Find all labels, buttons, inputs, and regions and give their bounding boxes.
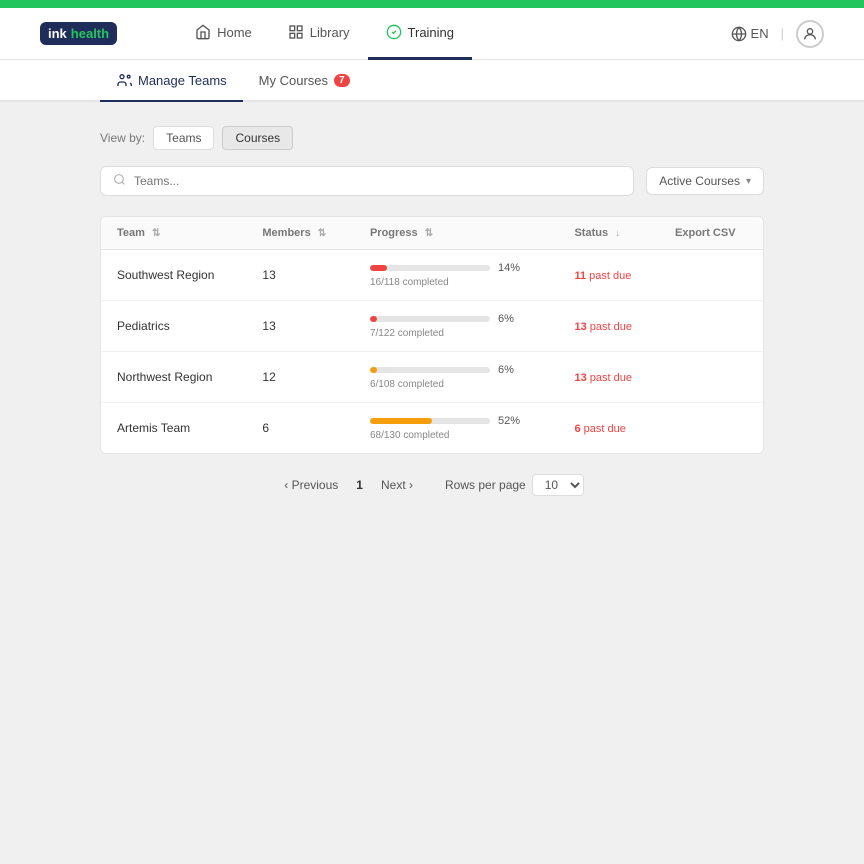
- cell-team-1: Pediatrics: [101, 301, 246, 352]
- tabs-row: Manage Teams My Courses 7: [0, 60, 864, 102]
- search-box: [100, 166, 634, 196]
- table-container: Team ⇅ Members ⇅ Progress ⇅ Status: [100, 216, 764, 454]
- navbar: ink health Home Library Training EN |: [0, 8, 864, 60]
- logo-ink: ink: [48, 26, 67, 41]
- sort-icon-team: ⇅: [152, 228, 160, 239]
- search-filter-row: Active Courses ▾: [100, 166, 764, 196]
- nav-items: Home Library Training: [177, 8, 730, 60]
- cell-export-2: [659, 352, 763, 403]
- nav-language[interactable]: EN: [731, 26, 769, 42]
- nav-training[interactable]: Training: [368, 8, 472, 60]
- pagination-row: ‹ Previous 1 Next › Rows per page 10 25 …: [100, 474, 764, 496]
- col-header-team[interactable]: Team ⇅: [101, 217, 246, 250]
- rows-per-page-select[interactable]: 10 25 50: [532, 474, 584, 496]
- pagination-next[interactable]: Next ›: [377, 476, 417, 494]
- table-row: Pediatrics 13 6% 7/122 completed 13 past…: [101, 301, 763, 352]
- cell-members-3: 6: [246, 403, 354, 454]
- nav-home[interactable]: Home: [177, 8, 270, 60]
- filter-label: Active Courses: [659, 174, 740, 188]
- sort-icon-members: ⇅: [318, 228, 326, 239]
- view-by-label: View by:: [100, 131, 145, 145]
- user-icon: [802, 26, 818, 42]
- nav-divider: |: [781, 26, 784, 41]
- library-icon: [288, 24, 304, 40]
- cell-team-0: Southwest Region: [101, 250, 246, 301]
- home-icon: [195, 24, 211, 40]
- filter-dropdown[interactable]: Active Courses ▾: [646, 167, 764, 195]
- cell-progress-3: 52% 68/130 completed: [354, 403, 559, 454]
- cell-status-1: 13 past due: [558, 301, 659, 352]
- view-by-row: View by: Teams Courses: [100, 126, 764, 150]
- col-header-status[interactable]: Status ↓: [558, 217, 659, 250]
- cell-export-1: [659, 301, 763, 352]
- cell-team-3: Artemis Team: [101, 403, 246, 454]
- pagination-previous[interactable]: ‹ Previous: [280, 476, 342, 494]
- cell-progress-0: 14% 16/118 completed: [354, 250, 559, 301]
- rows-per-page-label: Rows per page: [445, 478, 526, 492]
- globe-icon: [731, 26, 747, 42]
- nav-library[interactable]: Library: [270, 8, 368, 60]
- cell-progress-1: 6% 7/122 completed: [354, 301, 559, 352]
- logo[interactable]: ink health: [40, 22, 117, 45]
- export-csv-button[interactable]: Export CSV: [659, 217, 763, 250]
- search-icon: [113, 173, 126, 189]
- cell-team-2: Northwest Region: [101, 352, 246, 403]
- cell-members-2: 12: [246, 352, 354, 403]
- main-content: View by: Teams Courses Active Courses ▾: [0, 102, 864, 520]
- cell-status-2: 13 past due: [558, 352, 659, 403]
- tab-manage-teams[interactable]: Manage Teams: [100, 60, 243, 102]
- cell-members-1: 13: [246, 301, 354, 352]
- teams-icon: [116, 72, 132, 88]
- rows-per-page-control: Rows per page 10 25 50: [445, 474, 584, 496]
- my-courses-badge: 7: [334, 74, 350, 87]
- cell-status-0: 11 past due: [558, 250, 659, 301]
- pagination-current: 1: [350, 476, 369, 494]
- table-row: Northwest Region 12 6% 6/108 completed 1…: [101, 352, 763, 403]
- cell-status-3: 6 past due: [558, 403, 659, 454]
- table-row: Southwest Region 13 14% 16/118 completed…: [101, 250, 763, 301]
- chevron-down-icon: ▾: [746, 176, 751, 187]
- teams-table: Team ⇅ Members ⇅ Progress ⇅ Status: [101, 217, 763, 453]
- tab-my-courses[interactable]: My Courses 7: [243, 61, 366, 102]
- nav-user-icon[interactable]: [796, 20, 824, 48]
- sort-icon-progress: ⇅: [425, 228, 433, 239]
- view-teams-button[interactable]: Teams: [153, 126, 214, 150]
- training-icon: [386, 24, 402, 40]
- cell-export-0: [659, 250, 763, 301]
- search-input[interactable]: [134, 174, 621, 188]
- sort-icon-status: ↓: [615, 228, 620, 239]
- col-header-members[interactable]: Members ⇅: [246, 217, 354, 250]
- col-header-progress[interactable]: Progress ⇅: [354, 217, 559, 250]
- cell-members-0: 13: [246, 250, 354, 301]
- view-courses-button[interactable]: Courses: [222, 126, 293, 150]
- table-row: Artemis Team 6 52% 68/130 completed 6 pa…: [101, 403, 763, 454]
- logo-health: health: [71, 26, 109, 41]
- cell-progress-2: 6% 6/108 completed: [354, 352, 559, 403]
- cell-export-3: [659, 403, 763, 454]
- nav-right: EN |: [731, 20, 824, 48]
